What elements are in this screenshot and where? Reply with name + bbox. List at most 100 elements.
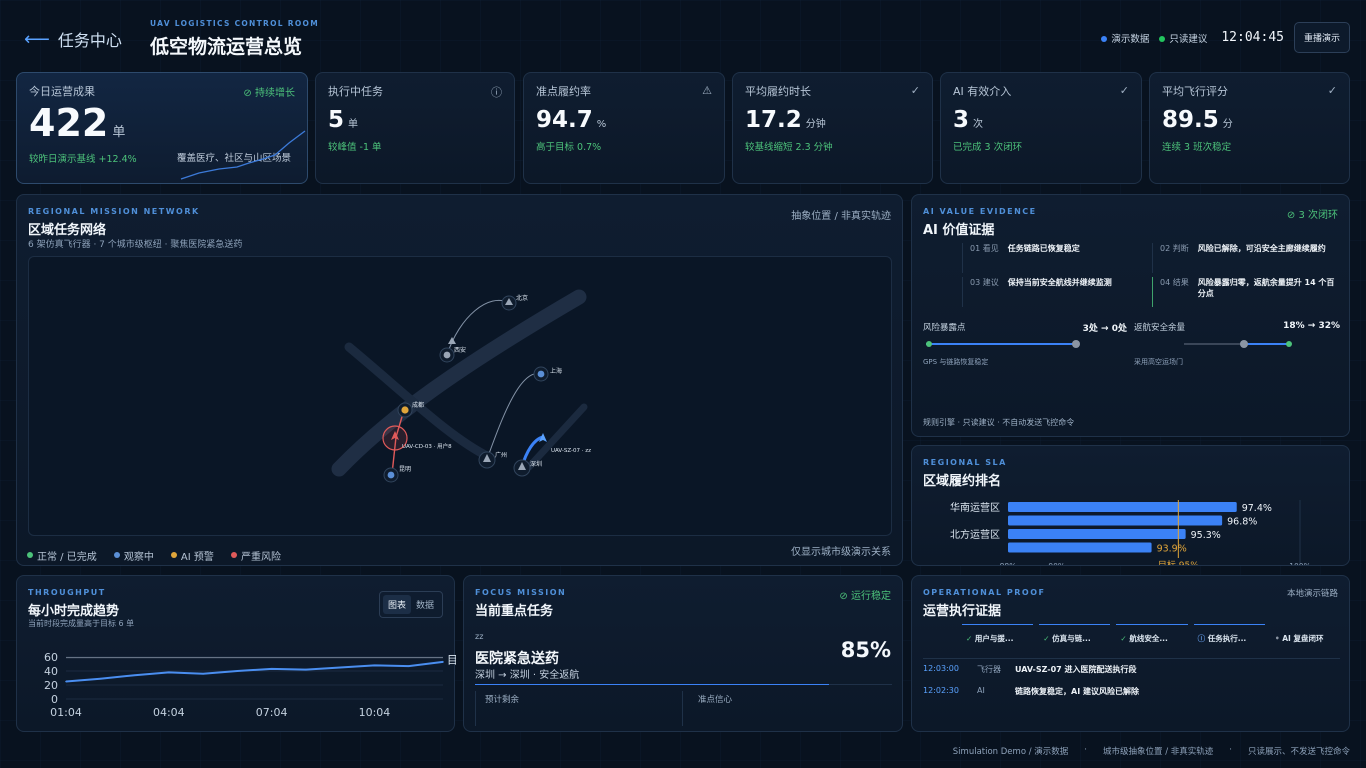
suggest-only-indicator: 只读建议 <box>1159 31 1207 45</box>
proof-tag: 本地演示链路 <box>1286 589 1338 599</box>
x-tick-label: 04:04 <box>153 706 185 719</box>
y-tick-label: 40 <box>44 665 58 678</box>
kpi-value: 94.7% <box>536 107 607 133</box>
proof-step-3: ✓ 航线安全... <box>1116 624 1188 644</box>
sparkline <box>180 130 306 180</box>
series-point <box>133 674 136 676</box>
kpi-label: 执行中任务 <box>328 85 383 98</box>
city-node-shenzhen[interactable] <box>513 459 531 477</box>
kpi-card-ai[interactable]: AI 有效介入 ✓ 3次 已完成 3 次闭环 <box>940 72 1142 184</box>
focus-eyebrow: FOCUS MISSION <box>475 588 567 597</box>
sla-bar[interactable] <box>1008 529 1186 539</box>
kpi-card-active[interactable]: 执行中任务 ⓘ 5单 较峰值 -1 单 <box>315 72 515 184</box>
proof-steps: ✓ 用户与援... ✓ 仿真与链... ✓ 航线安全... ⓘ 任务执行... … <box>962 624 1342 644</box>
sla-bar[interactable] <box>1008 502 1237 512</box>
focus-title: 当前重点任务 <box>475 604 554 619</box>
check-circle-icon: ⊘ <box>243 88 252 99</box>
corridor-short <box>525 403 588 471</box>
gray-dot-icon: • <box>1274 634 1280 643</box>
page-title: 低空物流运营总览 <box>150 36 303 58</box>
kpi-label: 平均飞行评分 <box>1162 85 1228 98</box>
sla-row-label: 华南运营区 <box>950 501 1000 514</box>
log-row: 12:02:30 AI 链路恢复稳定，AI 建议风险已解除 <box>923 686 1139 696</box>
back-button[interactable]: ⟵ 任务中心 <box>24 27 122 51</box>
city-label: 广州 <box>495 451 507 459</box>
kpi-value: 17.2 分钟 <box>745 107 826 133</box>
progress-fill <box>475 684 830 685</box>
risk-value: 3处 → 0处 <box>1082 324 1127 334</box>
focus-progress-value: 85% <box>840 638 891 662</box>
city-node-beijing[interactable] <box>501 295 517 311</box>
y-tick-label: 20 <box>44 679 58 692</box>
network-tag: 抽象位置 / 非真实轨迹 <box>791 211 891 222</box>
kpi-card-ontime[interactable]: 准点履约率 ⚠ 94.7% 高于目标 0.7% <box>523 72 725 184</box>
kpi-card-orders[interactable]: 今日运营成果 ⊘ 持续增长 422 单 较昨日演示基线 +12.4% 覆盖医疗、社… <box>16 72 308 184</box>
kpi-card-duration[interactable]: 平均履约时长 ✓ 17.2 分钟 较基线缩短 2.3 分钟 <box>732 72 933 184</box>
footer-item: 城市级抽象位置 / 非真实轨迹 <box>1103 747 1214 757</box>
series-point <box>442 661 444 663</box>
map-svg: 北京 西安 上海 成都 广州 深圳 昆明 UAV-CD-03 · 用户8 UAV… <box>331 289 591 483</box>
ai-step-3: 03 建议 保持当前安全航线并继续监测 <box>962 277 1142 307</box>
network-eyebrow: REGIONAL MISSION NETWORK <box>28 207 200 216</box>
city-node-shanghai[interactable] <box>533 366 549 382</box>
x-tick-label: 01:04 <box>50 706 82 719</box>
city-node-kunming[interactable] <box>383 467 399 483</box>
amber-dot-icon <box>170 552 177 558</box>
proof-eyebrow: OPERATIONAL PROOF <box>923 588 1046 597</box>
city-node-guangzhou[interactable] <box>478 451 496 469</box>
legend-ai-alert: AI 预警 <box>170 548 214 563</box>
y-tick-label: 60 <box>44 651 58 664</box>
series-point <box>236 670 239 672</box>
sla-chart: 华南运营区 97.4% 96.8% 北方运营区 95.3% 93.9% 目标 95% 88% 9… <box>950 500 1311 566</box>
growth-badge: ⊘ 持续增长 <box>243 88 295 99</box>
green-dot-icon <box>1159 36 1166 42</box>
map-canvas[interactable]: 北京 西安 上海 成都 广州 深圳 昆明 UAV-CD-03 · 用户8 UAV… <box>28 256 892 536</box>
city-label: 深圳 <box>530 460 542 468</box>
info-icon: ⓘ <box>491 86 502 99</box>
sla-value-label: 96.8% <box>1227 517 1257 528</box>
series-point <box>65 680 67 683</box>
reserve-start-dot <box>1240 340 1248 348</box>
kpi-value: 89.5 分 <box>1162 107 1233 133</box>
check-circle-icon: ⊘ <box>839 591 848 602</box>
risk-note: GPS 与链路恢复稳定 <box>923 358 989 366</box>
risk-end-dot <box>1072 340 1080 348</box>
back-label: 任务中心 <box>57 31 122 50</box>
kpi-card-score[interactable]: 平均飞行评分 ✓ 89.5 分 连续 3 班次稳定 <box>1149 72 1350 184</box>
drone-label-sz: UAV-SZ-07 · zz <box>551 448 591 454</box>
target-label: 目 <box>447 654 456 667</box>
series-point <box>270 668 273 670</box>
kpi-note: 较峰值 -1 单 <box>328 142 382 153</box>
check-circle-icon: ✓ <box>1327 84 1337 97</box>
city-node-chengdu[interactable] <box>397 402 413 418</box>
sla-value-label: 93.9% <box>1157 544 1187 555</box>
kpi-note: 连续 3 班次稳定 <box>1162 142 1232 153</box>
focus-col-confidence: 准点信心 <box>698 695 733 705</box>
x-tick-label: 10:04 <box>359 706 391 719</box>
ai-step-2: 02 判断 风险已解除，可沿安全主廊继续履约 <box>1152 243 1342 273</box>
footer: Simulation Demo / 演示数据 · 城市级抽象位置 / 非真实轨迹… <box>953 745 1350 757</box>
kpi-label: 平均履约时长 <box>745 85 811 98</box>
throughput-chart: 6040200 目 01:04 04:04 07:04 10:04 <box>44 651 456 719</box>
info-icon: ⓘ <box>1197 634 1206 643</box>
replay-button[interactable]: 重播演示 <box>1293 22 1350 53</box>
focus-badge: ⊘ 运行稳定 <box>839 591 891 602</box>
blue-dot-icon <box>1101 36 1108 42</box>
proof-panel: OPERATIONAL PROOF 运营执行证据 本地演示链路 ✓ 用户与援..… <box>911 575 1350 732</box>
reserve-track <box>1184 343 1244 345</box>
sla-bar[interactable] <box>1008 542 1152 553</box>
proof-step-1: ✓ 用户与援... <box>962 624 1034 644</box>
series-point <box>373 664 376 667</box>
risk-bar <box>926 343 1078 345</box>
ai-eyebrow: AI VALUE EVIDENCE <box>923 207 1037 216</box>
green-dot-icon <box>27 552 33 558</box>
sla-axis-tick: 100% <box>1289 562 1310 566</box>
city-label: 成都 <box>412 401 424 409</box>
focus-col-remaining: 预计剩余 <box>475 691 683 726</box>
sla-value-label: 95.3% <box>1191 530 1221 541</box>
kpi-value: 3次 <box>953 107 984 133</box>
ai-step-4: 04 结果 风险暴露归零，返航余量提升 14 个百分点 <box>1152 277 1342 307</box>
arrow-left-icon: ⟵ <box>24 28 50 50</box>
sla-bar[interactable] <box>1008 515 1223 526</box>
check-circle-icon: ✓ <box>1119 84 1129 97</box>
